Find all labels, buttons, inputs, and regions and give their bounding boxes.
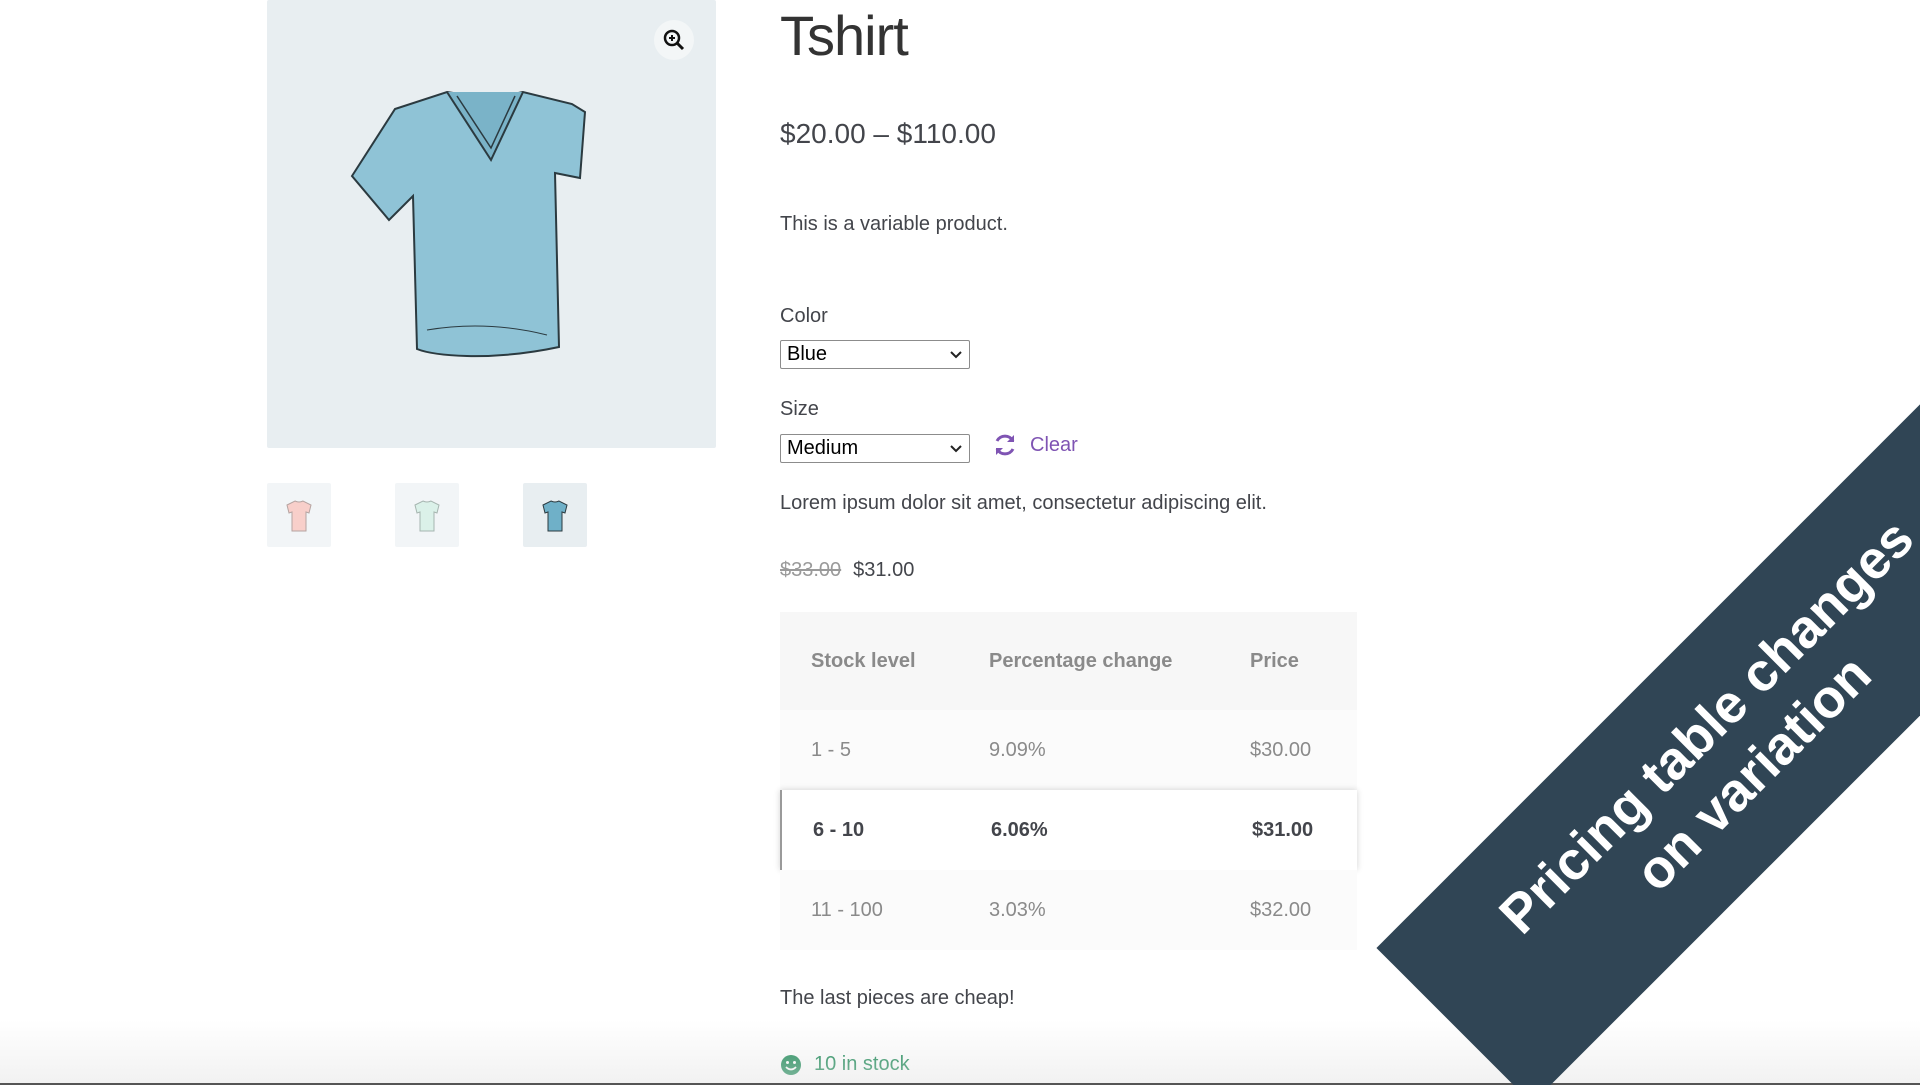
- header-stock-level: Stock level: [811, 649, 916, 672]
- pricing-table-header: Stock level Percentage change Price: [780, 612, 1357, 710]
- stock-text: 10 in stock: [814, 1053, 910, 1075]
- clear-label: Clear: [1030, 433, 1078, 456]
- tshirt-blue-icon: [542, 500, 568, 532]
- tshirt-image: [350, 90, 587, 358]
- table-row-active: 6 - 10 6.06% $31.00: [780, 790, 1357, 870]
- ribbon-line-1: Pricing table changes: [1488, 508, 1920, 946]
- chevron-down-icon: [950, 350, 962, 358]
- promo-ribbon: Pricing table changes on variation: [1376, 396, 1920, 1085]
- header-price: Price: [1250, 649, 1299, 672]
- short-description: This is a variable product.: [780, 213, 1008, 235]
- zoom-in-icon: [663, 29, 685, 51]
- variation-note: The last pieces are cheap!: [780, 987, 1015, 1009]
- size-select[interactable]: Medium: [780, 434, 970, 463]
- price-cell: $31.00: [1252, 818, 1314, 841]
- table-row: 1 - 5 9.09% $30.00: [780, 710, 1357, 790]
- thumbnail-blue[interactable]: [523, 483, 587, 547]
- stock-status: 10 in stock: [780, 1053, 910, 1076]
- ribbon-line-2: on variation: [1623, 643, 1883, 903]
- zoom-button[interactable]: [654, 20, 694, 60]
- thumbnail-pink[interactable]: [267, 483, 331, 547]
- tshirt-pink-icon: [286, 500, 312, 532]
- size-label: Size: [780, 398, 819, 420]
- price-range: $20.00 – $110.00: [780, 118, 996, 149]
- thumbnail-green[interactable]: [395, 483, 459, 547]
- variation-description: Lorem ipsum dolor sit amet, consectetur …: [780, 492, 1267, 514]
- pricing-table: Stock level Percentage change Price 1 - …: [780, 612, 1357, 950]
- stock-level-cell: 6 - 10: [813, 818, 865, 841]
- percentage-cell: 9.09%: [989, 738, 1046, 761]
- table-row: 11 - 100 3.03% $32.00: [780, 870, 1357, 950]
- sale-price: $31.00: [853, 559, 915, 581]
- product-title: Tshirt: [780, 4, 909, 67]
- tshirt-green-icon: [414, 500, 440, 532]
- variation-price: $33.00 $31.00: [780, 559, 914, 582]
- chevron-down-icon: [950, 444, 962, 452]
- stock-level-cell: 1 - 5: [811, 738, 852, 761]
- price-cell: $30.00: [1250, 738, 1312, 761]
- price-cell: $32.00: [1250, 898, 1312, 921]
- bottom-shadow: [0, 1020, 1920, 1085]
- color-label: Color: [780, 305, 828, 327]
- refresh-icon: [995, 434, 1015, 456]
- percentage-cell: 6.06%: [991, 818, 1048, 841]
- color-select[interactable]: Blue: [780, 340, 970, 369]
- product-main-image[interactable]: [267, 0, 716, 448]
- size-select-value: Medium: [787, 437, 859, 459]
- smiley-icon: [781, 1054, 801, 1075]
- clear-variations-link[interactable]: Clear: [992, 432, 1078, 458]
- percentage-cell: 3.03%: [989, 898, 1046, 921]
- old-price: $33.00: [780, 559, 842, 581]
- header-percentage-change: Percentage change: [989, 649, 1173, 672]
- color-select-value: Blue: [787, 343, 828, 365]
- stock-level-cell: 11 - 100: [811, 898, 883, 921]
